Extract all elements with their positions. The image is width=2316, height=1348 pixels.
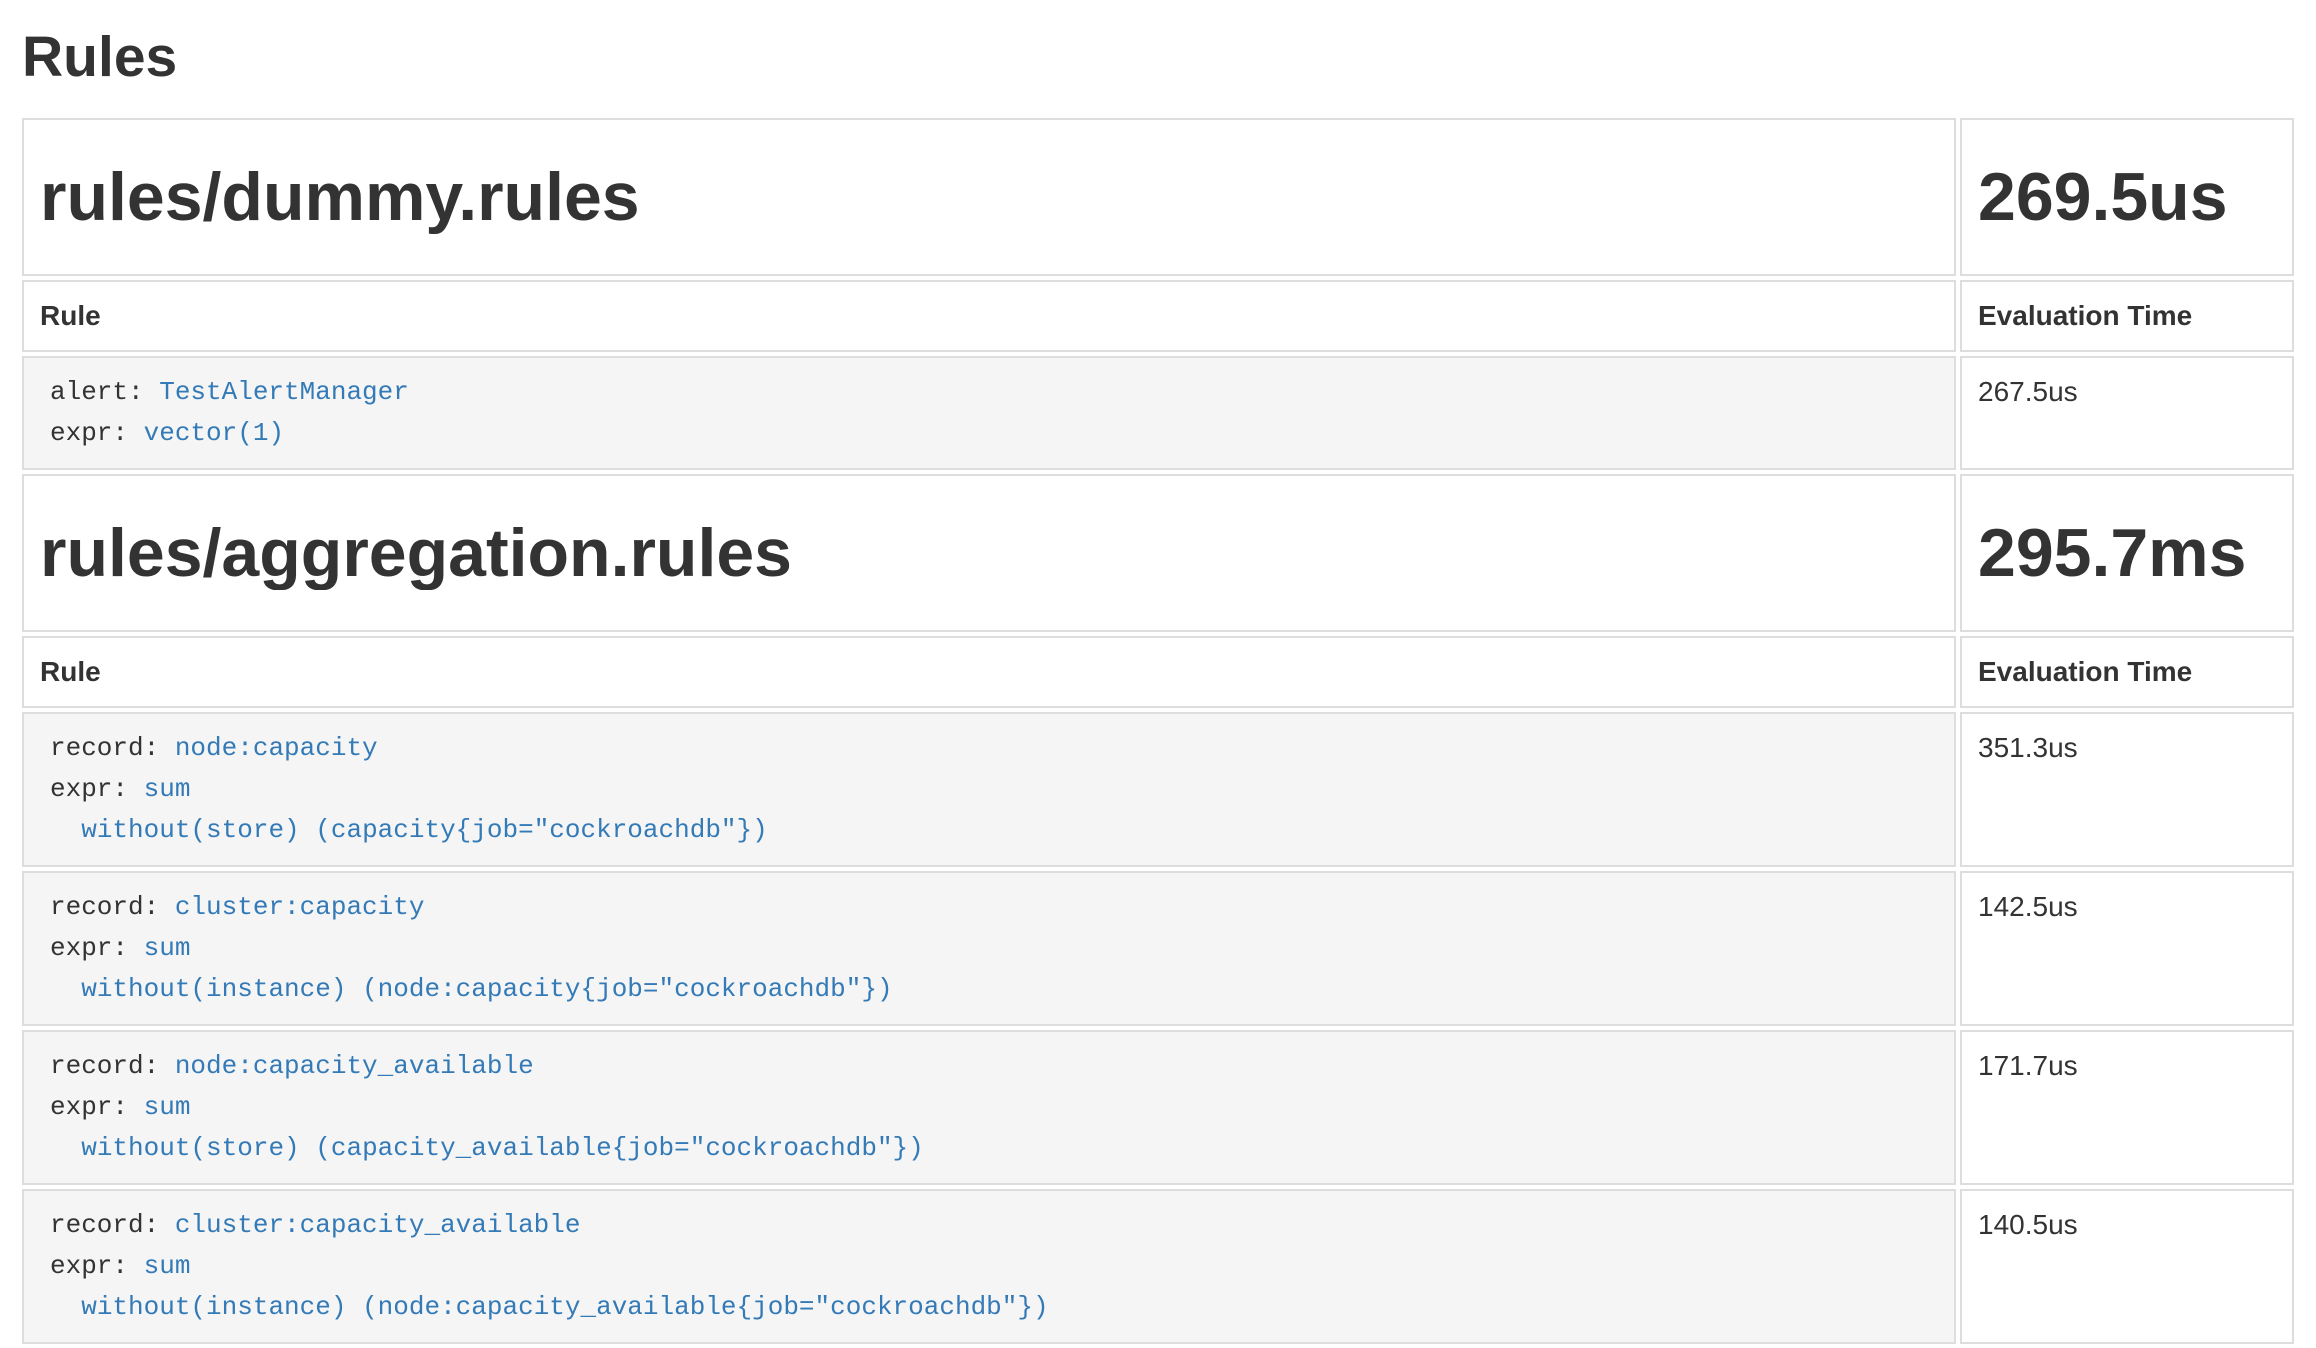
rules-table: rules/dummy.rules269.5usRuleEvaluation T… [18,114,2298,1348]
rule-eval-time-cell: 267.5us [1960,356,2294,470]
rule-group-eval-time-cell: 269.5us [1960,118,2294,276]
rule-row: alert: TestAlertManager expr: vector(1) 2… [22,356,2294,470]
rule-eval-time-cell: 171.7us [1960,1030,2294,1185]
rule-link[interactable]: cluster:capacity_available [175,1210,581,1240]
rule-definition: alert: TestAlertManager expr: vector(1) [50,372,1928,454]
rule-row: record: node:capacity_available expr: su… [22,1030,2294,1185]
rule-group-name: rules/dummy.rules [40,160,1938,234]
evaluation-time-column-header: Evaluation Time [1960,636,2294,708]
rule-definition: record: node:capacity expr: sum without(… [50,728,1928,851]
rule-group-eval-time: 269.5us [1978,160,2276,234]
rule-group-eval-time-cell: 295.7ms [1960,474,2294,632]
rule-group-name-cell: rules/aggregation.rules [22,474,1956,632]
rule-cell: record: cluster:capacity_available expr:… [22,1189,1956,1344]
rule-group-row: rules/dummy.rules 269.5us [22,118,2294,276]
rules-table-body: rules/dummy.rules269.5usRuleEvaluation T… [22,118,2294,1344]
rule-group-name-cell: rules/dummy.rules [22,118,1956,276]
rule-group-name: rules/aggregation.rules [40,516,1938,590]
rule-link[interactable]: sum [144,933,191,963]
rule-link[interactable]: cluster:capacity [175,892,425,922]
rule-cell: record: cluster:capacity expr: sum witho… [22,871,1956,1026]
page-title: Rules [22,26,2294,88]
rule-link[interactable]: without(instance) (node:capacity{job="co… [81,974,892,1004]
rule-link[interactable]: without(store) (capacity{job="cockroachd… [81,815,768,845]
rule-eval-time-cell: 351.3us [1960,712,2294,867]
rule-link[interactable]: node:capacity_available [175,1051,534,1081]
evaluation-time-column-header: Evaluation Time [1960,280,2294,352]
rule-link[interactable]: sum [144,774,191,804]
rule-definition: record: cluster:capacity expr: sum witho… [50,887,1928,1010]
rule-row: record: cluster:capacity_available expr:… [22,1189,2294,1344]
rule-column-header: Rule [22,280,1956,352]
rule-link[interactable]: without(store) (capacity_available{job="… [81,1133,924,1163]
rule-column-header: Rule [22,636,1956,708]
rule-row: record: cluster:capacity expr: sum witho… [22,871,2294,1026]
rule-definition: record: cluster:capacity_available expr:… [50,1205,1928,1328]
rule-group-eval-time: 295.7ms [1978,516,2276,590]
rule-link[interactable]: vector(1) [144,418,284,448]
rule-link[interactable]: without(instance) (node:capacity_availab… [81,1292,1048,1322]
rule-link[interactable]: sum [144,1092,191,1122]
rule-link[interactable]: TestAlertManager [159,377,409,407]
column-header-row: RuleEvaluation Time [22,280,2294,352]
rule-group-row: rules/aggregation.rules 295.7ms [22,474,2294,632]
column-header-row: RuleEvaluation Time [22,636,2294,708]
rule-row: record: node:capacity expr: sum without(… [22,712,2294,867]
rule-cell: record: node:capacity expr: sum without(… [22,712,1956,867]
rules-page: Rules rules/dummy.rules269.5usRuleEvalua… [0,0,2316,1348]
rule-eval-time-cell: 142.5us [1960,871,2294,1026]
rule-eval-time-cell: 140.5us [1960,1189,2294,1344]
rule-definition: record: node:capacity_available expr: su… [50,1046,1928,1169]
rule-cell: record: node:capacity_available expr: su… [22,1030,1956,1185]
rule-link[interactable]: node:capacity [175,733,378,763]
rule-link[interactable]: sum [144,1251,191,1281]
rule-cell: alert: TestAlertManager expr: vector(1) [22,356,1956,470]
